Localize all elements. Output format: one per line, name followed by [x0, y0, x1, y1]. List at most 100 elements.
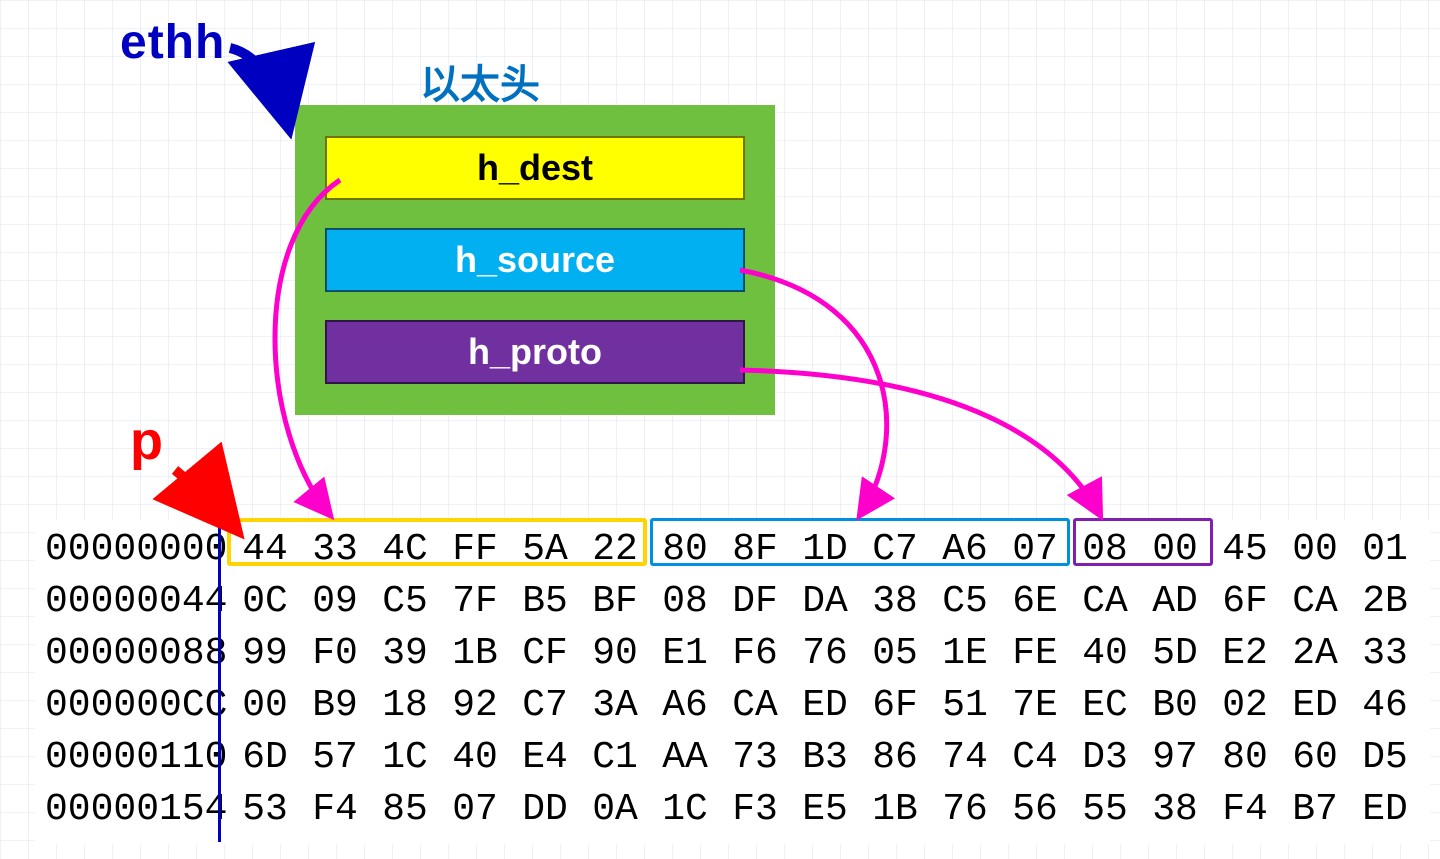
hex-byte: 2B	[1350, 576, 1420, 628]
hex-byte: 1E	[930, 628, 1000, 680]
hex-row: 000001106D571C40E4C1AA73B38674C4D3978060…	[45, 732, 1420, 784]
hex-byte: 57	[300, 732, 370, 784]
hex-byte: 8F	[720, 524, 790, 576]
hex-byte: 08	[1070, 524, 1140, 576]
hex-byte: 1B	[440, 628, 510, 680]
hex-byte: 56	[1000, 784, 1070, 836]
hex-byte: D3	[1070, 732, 1140, 784]
hex-byte: 18	[370, 680, 440, 732]
hex-row: 000000440C09C57FB5BF08DFDA38C56ECAAD6FCA…	[45, 576, 1420, 628]
field-h-dest: h_dest	[325, 136, 745, 200]
hex-byte: 07	[1000, 524, 1070, 576]
hex-byte: 33	[1350, 628, 1420, 680]
ethernet-header-struct: h_dest h_source h_proto	[295, 105, 775, 415]
hex-byte: 00	[1280, 524, 1350, 576]
hex-offset: 00000000	[45, 524, 230, 576]
hex-byte: ED	[790, 680, 860, 732]
hex-byte: FF	[440, 524, 510, 576]
p-pointer-label: p	[130, 410, 163, 472]
hex-byte: F0	[300, 628, 370, 680]
hex-offset: 00000088	[45, 628, 230, 680]
hex-byte: EC	[1070, 680, 1140, 732]
hex-byte: E5	[790, 784, 860, 836]
hex-bytes: 44334CFF5A22808F1DC7A6070800450001	[230, 524, 1420, 576]
hex-dump: 0000000044334CFF5A22808F1DC7A60708004500…	[35, 520, 1430, 844]
hex-byte: 38	[860, 576, 930, 628]
hex-byte: 1C	[370, 732, 440, 784]
ethernet-header-title: 以太头	[420, 52, 540, 110]
hex-byte: E2	[1210, 628, 1280, 680]
hex-byte: 76	[930, 784, 1000, 836]
hex-byte: 6F	[1210, 576, 1280, 628]
hex-byte: 1B	[860, 784, 930, 836]
hex-bytes: 00B91892C73AA6CAED6F517EECB002ED46	[230, 680, 1420, 732]
hex-byte: 38	[1140, 784, 1210, 836]
hex-offset: 000000CC	[45, 680, 230, 732]
hex-byte: B0	[1140, 680, 1210, 732]
hex-offset: 00000154	[45, 784, 230, 836]
field-h-source: h_source	[325, 228, 745, 292]
hex-byte: C4	[1000, 732, 1070, 784]
hex-byte: 53	[230, 784, 300, 836]
hex-byte: FE	[1000, 628, 1070, 680]
hex-row: 0000000044334CFF5A22808F1DC7A60708004500…	[45, 524, 1420, 576]
hex-byte: 00	[230, 680, 300, 732]
hex-offset-divider	[218, 512, 221, 842]
hex-byte: ED	[1280, 680, 1350, 732]
hex-byte: D5	[1350, 732, 1420, 784]
hex-byte: 02	[1210, 680, 1280, 732]
hex-byte: 05	[860, 628, 930, 680]
hex-byte: 40	[1070, 628, 1140, 680]
hex-byte: 92	[440, 680, 510, 732]
hex-offset: 00000110	[45, 732, 230, 784]
hex-byte: 08	[650, 576, 720, 628]
hex-byte: 22	[580, 524, 650, 576]
hex-byte: 55	[1070, 784, 1140, 836]
hex-byte: 99	[230, 628, 300, 680]
hex-bytes: 53F48507DD0A1CF3E51B76565538F4B7ED	[230, 784, 1420, 836]
hex-row: 0000015453F48507DD0A1CF3E51B76565538F4B7…	[45, 784, 1420, 836]
hex-byte: C7	[860, 524, 930, 576]
hex-byte: 80	[650, 524, 720, 576]
hex-byte: A6	[930, 524, 1000, 576]
hex-byte: B3	[790, 732, 860, 784]
hex-byte: B5	[510, 576, 580, 628]
hex-byte: CA	[1280, 576, 1350, 628]
hex-byte: 1C	[650, 784, 720, 836]
hex-offset: 00000044	[45, 576, 230, 628]
hex-byte: C5	[930, 576, 1000, 628]
hex-byte: 3A	[580, 680, 650, 732]
hex-bytes: 0C09C57FB5BF08DFDA38C56ECAAD6FCA2B	[230, 576, 1420, 628]
hex-byte: 51	[930, 680, 1000, 732]
hex-row: 0000008899F0391BCF90E1F676051EFE405DE22A…	[45, 628, 1420, 680]
hex-byte: 39	[370, 628, 440, 680]
hex-byte: 44	[230, 524, 300, 576]
hex-byte: 33	[300, 524, 370, 576]
hex-byte: 76	[790, 628, 860, 680]
hex-byte: C7	[510, 680, 580, 732]
hex-byte: 7E	[1000, 680, 1070, 732]
hex-byte: F4	[300, 784, 370, 836]
hex-byte: 1D	[790, 524, 860, 576]
hex-byte: 85	[370, 784, 440, 836]
hex-byte: B7	[1280, 784, 1350, 836]
hex-byte: DA	[790, 576, 860, 628]
hex-byte: 7F	[440, 576, 510, 628]
hex-byte: B9	[300, 680, 370, 732]
hex-byte: 6D	[230, 732, 300, 784]
hex-byte: 01	[1350, 524, 1420, 576]
hex-byte: DD	[510, 784, 580, 836]
hex-byte: AD	[1140, 576, 1210, 628]
hex-bytes: 6D571C40E4C1AA73B38674C4D3978060D5	[230, 732, 1420, 784]
hex-byte: DF	[720, 576, 790, 628]
hex-byte: CA	[720, 680, 790, 732]
hex-byte: 74	[930, 732, 1000, 784]
hex-byte: 45	[1210, 524, 1280, 576]
ethh-pointer-label: ethh	[120, 15, 225, 70]
hex-byte: 09	[300, 576, 370, 628]
hex-byte: 86	[860, 732, 930, 784]
hex-byte: 00	[1140, 524, 1210, 576]
hex-byte: A6	[650, 680, 720, 732]
hex-row: 000000CC00B91892C73AA6CAED6F517EECB002ED…	[45, 680, 1420, 732]
hex-byte: 6E	[1000, 576, 1070, 628]
